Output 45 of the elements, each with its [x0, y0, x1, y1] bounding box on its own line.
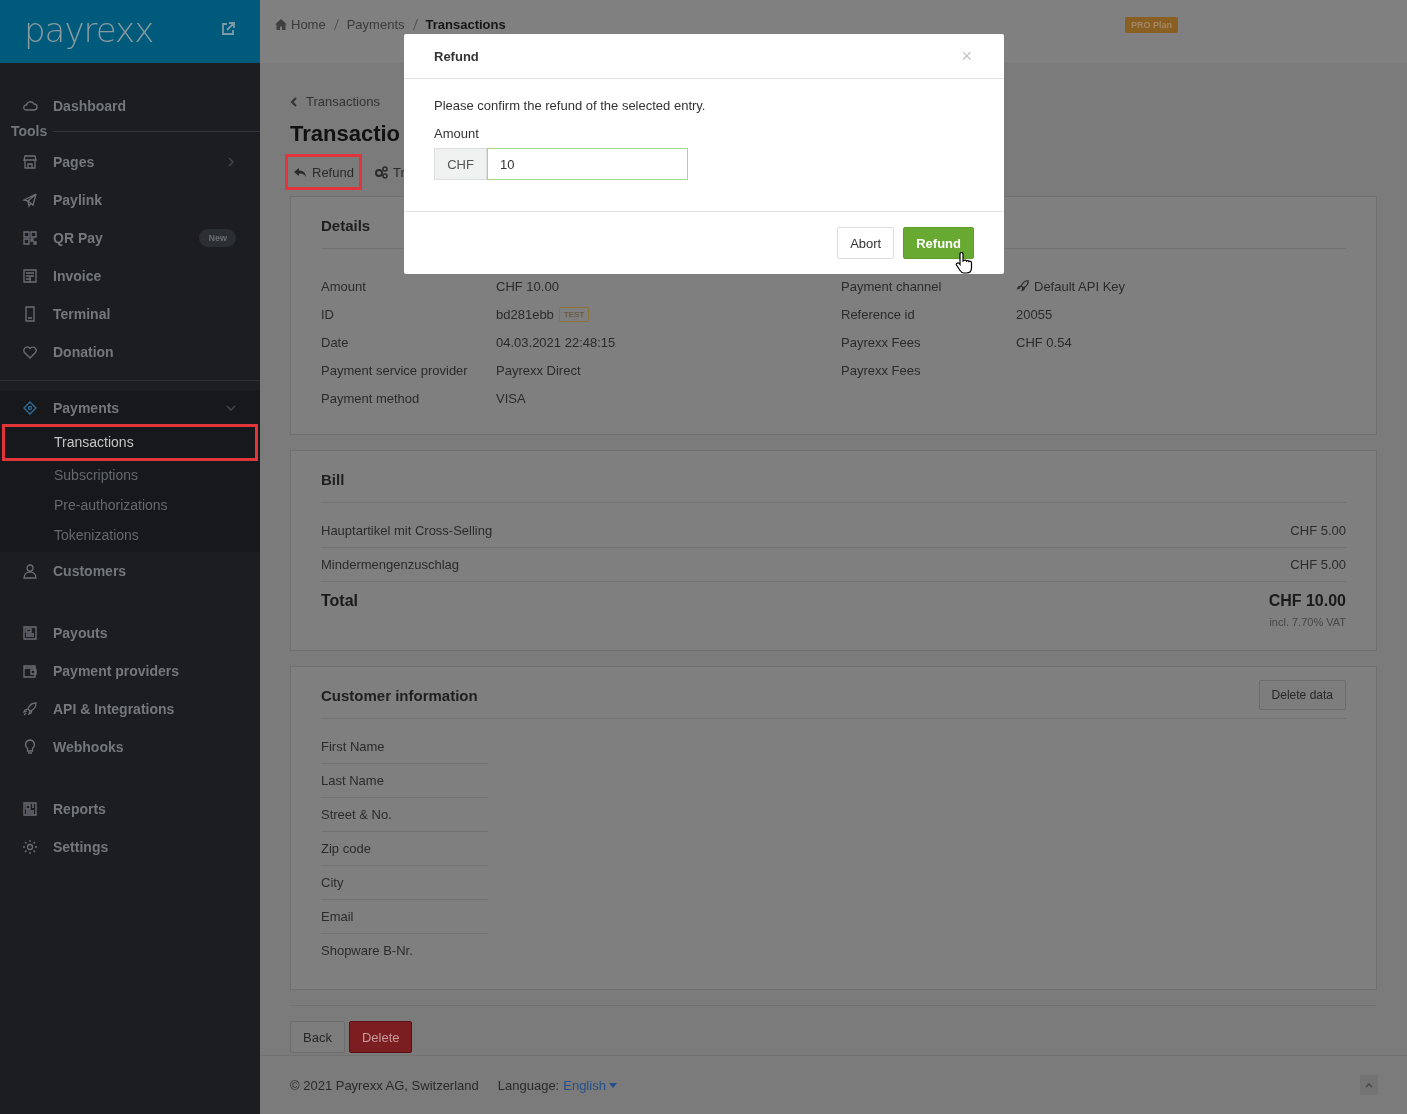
detail-value: bd281ebb: [496, 306, 554, 322]
dialog-message: Please confirm the refund of the selected entry.: [434, 98, 707, 113]
field-label: City: [321, 875, 344, 890]
detail-value: VISA: [496, 390, 526, 406]
detail-value: 20055: [1016, 306, 1053, 322]
line-item-name: Mindermengenzuschlag: [321, 557, 460, 572]
total-amount: CHF 10.00: [1268, 592, 1346, 610]
detail-value: Payrexx Direct: [496, 362, 581, 378]
detail-value: Default API Key: [1034, 278, 1126, 294]
card-title: Customer information: [321, 687, 478, 704]
detail-value: 04.03.2021 22:48:15: [496, 334, 616, 350]
page-title: Transactio: [290, 120, 401, 148]
dialog-title: Refund: [434, 48, 479, 64]
detail-label: Payment channel: [841, 278, 943, 294]
detail-label: Amount: [321, 278, 367, 294]
currency-addon: CHF: [434, 148, 487, 180]
detail-label: ID: [321, 306, 335, 322]
line-item-name: Hauptartikel mit Cross-Selling: [321, 523, 493, 538]
card-title: Details: [321, 217, 371, 234]
test-badge: TEST: [558, 306, 590, 322]
section-heading: Tools: [10, 123, 48, 139]
total-label: Total: [321, 592, 359, 611]
detail-value: CHF 10.00: [496, 278, 559, 294]
field-label: Amount: [434, 126, 480, 141]
detail-label: Payrexx Fees: [841, 362, 922, 378]
field-label: Last Name: [321, 773, 384, 788]
language-label: Language:: [497, 1077, 560, 1093]
detail-value: CHF 0.54: [1016, 334, 1072, 350]
plan-badge: PRO Plan: [1125, 17, 1178, 33]
detail-label: Reference id: [841, 306, 916, 322]
card-title: Bill: [321, 471, 345, 488]
detail-label: Date: [321, 334, 350, 350]
field-label: Email: [321, 909, 354, 924]
field-label: Street & No.: [321, 807, 392, 822]
detail-label: Payment service provider: [321, 362, 469, 378]
line-item-price: CHF 5.00: [1290, 523, 1346, 538]
detail-label: Payment method: [321, 390, 421, 406]
field-label: Shopware B-Nr.: [321, 943, 413, 958]
detail-label: Payrexx Fees: [841, 334, 922, 350]
vat-note: incl. 7.70% VAT: [1269, 616, 1346, 628]
new-badge: New: [199, 229, 236, 247]
field-label: Zip code: [321, 841, 371, 856]
line-item-price: CHF 5.00: [1290, 557, 1346, 572]
copyright-text: © 2021 Payrexx AG, Switzerland: [290, 1077, 479, 1093]
field-label: First Name: [321, 739, 385, 754]
